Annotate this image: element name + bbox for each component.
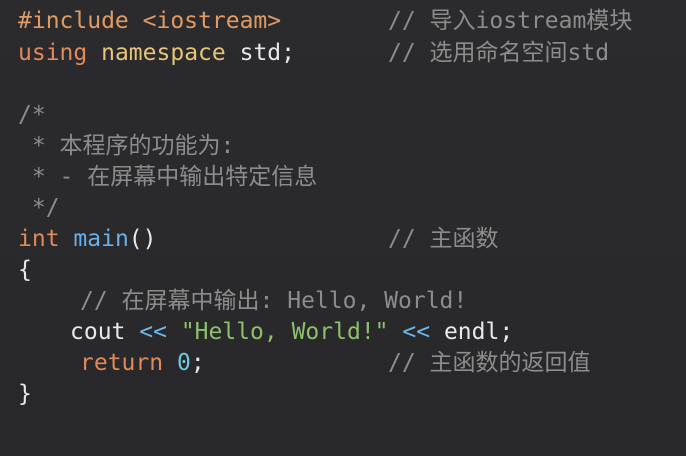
code-line-include: #include <iostream>	[18, 6, 281, 37]
code-line-cout: cout << "Hello, World!" << endl;	[70, 317, 513, 348]
hello-string: "Hello, World!"	[180, 319, 389, 345]
include-directive: #include	[18, 8, 129, 34]
block-comment-line-2: * - 在屏幕中输出特定信息	[18, 164, 318, 190]
brace-close: }	[18, 381, 32, 407]
code-line-using: using namespace std;	[18, 38, 295, 69]
code-line-return: return 0;	[80, 348, 205, 379]
stream-operator-2: <<	[402, 319, 431, 345]
return-semicolon: ;	[190, 350, 205, 376]
block-comment-line-1: * 本程序的功能为:	[18, 133, 235, 159]
code-editor: #include <iostream> // 导入iostream模块 usin…	[0, 0, 686, 456]
inner-comment: // 在屏幕中输出: Hello, World!	[80, 288, 468, 314]
main-comment: // 主函数	[388, 226, 499, 252]
include-comment: // 导入iostream模块	[388, 8, 633, 34]
namespace-keyword: namespace	[101, 40, 226, 66]
return-value: 0	[176, 350, 191, 376]
using-comment: // 选用命名空间std	[388, 40, 610, 66]
brace-open: {	[18, 257, 32, 283]
return-comment: // 主函数的返回值	[388, 350, 591, 376]
semicolon: ;	[281, 40, 295, 66]
stream-operator-1: <<	[139, 319, 167, 345]
code-line-main: int main()	[18, 224, 157, 255]
return-keyword: return	[80, 350, 164, 376]
endl-identifier: endl;	[443, 319, 514, 345]
block-comment-open: /*	[18, 102, 46, 128]
using-keyword: using	[18, 40, 88, 66]
namespace-name: std	[239, 40, 282, 66]
cout-identifier: cout	[70, 319, 126, 345]
main-function-name: main	[73, 226, 129, 252]
int-keyword: int	[18, 226, 60, 252]
include-header: <iostream>	[142, 8, 282, 34]
block-comment-close: */	[18, 195, 60, 221]
main-parens: ()	[128, 226, 157, 252]
